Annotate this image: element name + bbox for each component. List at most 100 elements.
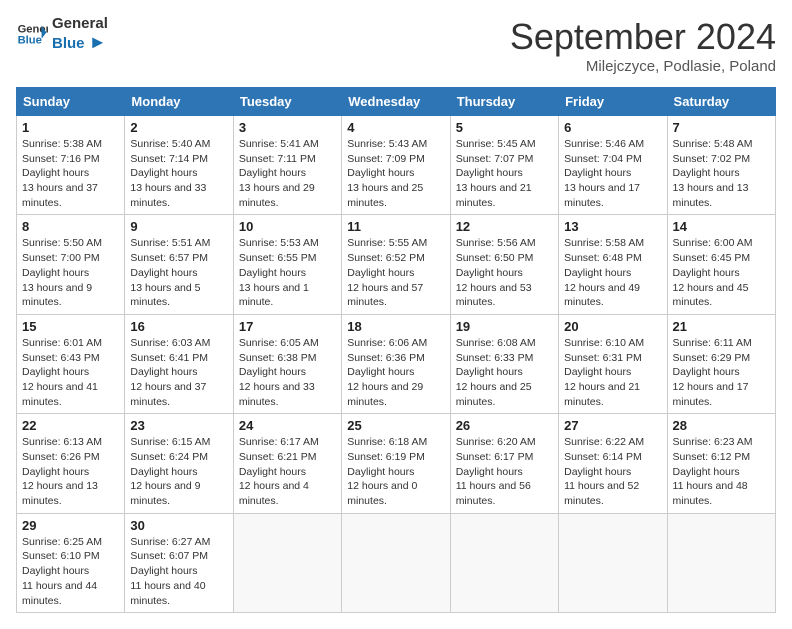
calendar-row: 29 Sunrise: 6:25 AMSunset: 6:10 PMDaylig…	[17, 513, 776, 612]
page-header: General Blue General Blue ► September 20…	[16, 16, 776, 75]
table-row: 28 Sunrise: 6:23 AMSunset: 6:12 PMDaylig…	[667, 414, 775, 513]
table-row: 11 Sunrise: 5:55 AMSunset: 6:52 PMDaylig…	[342, 215, 450, 314]
table-row: 14 Sunrise: 6:00 AMSunset: 6:45 PMDaylig…	[667, 215, 775, 314]
day-number: 14	[673, 219, 770, 234]
weekday-header-row: Sunday Monday Tuesday Wednesday Thursday…	[17, 88, 776, 116]
table-row: 17 Sunrise: 6:05 AMSunset: 6:38 PMDaylig…	[233, 314, 341, 413]
table-row: 29 Sunrise: 6:25 AMSunset: 6:10 PMDaylig…	[17, 513, 125, 612]
day-number: 25	[347, 418, 444, 433]
table-row: 10 Sunrise: 5:53 AMSunset: 6:55 PMDaylig…	[233, 215, 341, 314]
day-info: Sunrise: 6:20 AMSunset: 6:17 PMDaylight …	[456, 435, 553, 508]
day-number: 27	[564, 418, 661, 433]
logo-text: General Blue ►	[52, 16, 108, 52]
day-number: 16	[130, 319, 227, 334]
calendar-row: 8 Sunrise: 5:50 AMSunset: 7:00 PMDayligh…	[17, 215, 776, 314]
day-info: Sunrise: 6:17 AMSunset: 6:21 PMDaylight …	[239, 435, 336, 508]
day-info: Sunrise: 6:27 AMSunset: 6:07 PMDaylight …	[130, 535, 227, 608]
day-number: 22	[22, 418, 119, 433]
day-number: 19	[456, 319, 553, 334]
day-info: Sunrise: 5:56 AMSunset: 6:50 PMDaylight …	[456, 236, 553, 309]
calendar-row: 15 Sunrise: 6:01 AMSunset: 6:43 PMDaylig…	[17, 314, 776, 413]
table-row: 22 Sunrise: 6:13 AMSunset: 6:26 PMDaylig…	[17, 414, 125, 513]
day-info: Sunrise: 6:00 AMSunset: 6:45 PMDaylight …	[673, 236, 770, 309]
day-info: Sunrise: 5:50 AMSunset: 7:00 PMDaylight …	[22, 236, 119, 309]
day-info: Sunrise: 5:43 AMSunset: 7:09 PMDaylight …	[347, 137, 444, 210]
day-info: Sunrise: 6:23 AMSunset: 6:12 PMDaylight …	[673, 435, 770, 508]
day-info: Sunrise: 6:13 AMSunset: 6:26 PMDaylight …	[22, 435, 119, 508]
day-number: 15	[22, 319, 119, 334]
table-row: 25 Sunrise: 6:18 AMSunset: 6:19 PMDaylig…	[342, 414, 450, 513]
table-row: 1 Sunrise: 5:38 AMSunset: 7:16 PMDayligh…	[17, 116, 125, 215]
day-info: Sunrise: 6:08 AMSunset: 6:33 PMDaylight …	[456, 336, 553, 409]
table-row: 20 Sunrise: 6:10 AMSunset: 6:31 PMDaylig…	[559, 314, 667, 413]
table-row: 19 Sunrise: 6:08 AMSunset: 6:33 PMDaylig…	[450, 314, 558, 413]
header-friday: Friday	[559, 88, 667, 116]
location: Milejczyce, Podlasie, Poland	[510, 58, 776, 75]
day-number: 17	[239, 319, 336, 334]
header-monday: Monday	[125, 88, 233, 116]
day-info: Sunrise: 6:22 AMSunset: 6:14 PMDaylight …	[564, 435, 661, 508]
day-number: 24	[239, 418, 336, 433]
day-info: Sunrise: 5:55 AMSunset: 6:52 PMDaylight …	[347, 236, 444, 309]
table-row: 23 Sunrise: 6:15 AMSunset: 6:24 PMDaylig…	[125, 414, 233, 513]
day-number: 1	[22, 120, 119, 135]
calendar-row: 22 Sunrise: 6:13 AMSunset: 6:26 PMDaylig…	[17, 414, 776, 513]
day-number: 9	[130, 219, 227, 234]
day-info: Sunrise: 6:18 AMSunset: 6:19 PMDaylight …	[347, 435, 444, 508]
day-number: 21	[673, 319, 770, 334]
day-info: Sunrise: 6:01 AMSunset: 6:43 PMDaylight …	[22, 336, 119, 409]
day-info: Sunrise: 6:05 AMSunset: 6:38 PMDaylight …	[239, 336, 336, 409]
day-number: 7	[673, 120, 770, 135]
logo: General Blue General Blue ►	[16, 16, 108, 52]
day-number: 8	[22, 219, 119, 234]
day-info: Sunrise: 6:25 AMSunset: 6:10 PMDaylight …	[22, 535, 119, 608]
table-row: 18 Sunrise: 6:06 AMSunset: 6:36 PMDaylig…	[342, 314, 450, 413]
day-number: 29	[22, 518, 119, 533]
day-info: Sunrise: 5:41 AMSunset: 7:11 PMDaylight …	[239, 137, 336, 210]
day-number: 10	[239, 219, 336, 234]
day-info: Sunrise: 6:15 AMSunset: 6:24 PMDaylight …	[130, 435, 227, 508]
table-row	[667, 513, 775, 612]
table-row: 9 Sunrise: 5:51 AMSunset: 6:57 PMDayligh…	[125, 215, 233, 314]
day-info: Sunrise: 5:40 AMSunset: 7:14 PMDaylight …	[130, 137, 227, 210]
table-row: 3 Sunrise: 5:41 AMSunset: 7:11 PMDayligh…	[233, 116, 341, 215]
logo-icon: General Blue	[16, 18, 48, 50]
day-number: 11	[347, 219, 444, 234]
day-number: 30	[130, 518, 227, 533]
table-row: 21 Sunrise: 6:11 AMSunset: 6:29 PMDaylig…	[667, 314, 775, 413]
header-tuesday: Tuesday	[233, 88, 341, 116]
day-info: Sunrise: 6:10 AMSunset: 6:31 PMDaylight …	[564, 336, 661, 409]
day-number: 13	[564, 219, 661, 234]
table-row: 6 Sunrise: 5:46 AMSunset: 7:04 PMDayligh…	[559, 116, 667, 215]
day-info: Sunrise: 5:51 AMSunset: 6:57 PMDaylight …	[130, 236, 227, 309]
day-number: 5	[456, 120, 553, 135]
day-number: 12	[456, 219, 553, 234]
table-row: 15 Sunrise: 6:01 AMSunset: 6:43 PMDaylig…	[17, 314, 125, 413]
table-row: 26 Sunrise: 6:20 AMSunset: 6:17 PMDaylig…	[450, 414, 558, 513]
calendar-table: Sunday Monday Tuesday Wednesday Thursday…	[16, 87, 776, 613]
day-number: 4	[347, 120, 444, 135]
day-number: 23	[130, 418, 227, 433]
day-info: Sunrise: 5:58 AMSunset: 6:48 PMDaylight …	[564, 236, 661, 309]
table-row	[450, 513, 558, 612]
title-block: September 2024 Milejczyce, Podlasie, Pol…	[510, 16, 776, 75]
table-row: 7 Sunrise: 5:48 AMSunset: 7:02 PMDayligh…	[667, 116, 775, 215]
table-row: 13 Sunrise: 5:58 AMSunset: 6:48 PMDaylig…	[559, 215, 667, 314]
day-number: 28	[673, 418, 770, 433]
header-saturday: Saturday	[667, 88, 775, 116]
day-number: 6	[564, 120, 661, 135]
day-info: Sunrise: 6:03 AMSunset: 6:41 PMDaylight …	[130, 336, 227, 409]
table-row: 8 Sunrise: 5:50 AMSunset: 7:00 PMDayligh…	[17, 215, 125, 314]
day-number: 26	[456, 418, 553, 433]
day-info: Sunrise: 6:06 AMSunset: 6:36 PMDaylight …	[347, 336, 444, 409]
table-row: 30 Sunrise: 6:27 AMSunset: 6:07 PMDaylig…	[125, 513, 233, 612]
header-sunday: Sunday	[17, 88, 125, 116]
table-row: 4 Sunrise: 5:43 AMSunset: 7:09 PMDayligh…	[342, 116, 450, 215]
header-thursday: Thursday	[450, 88, 558, 116]
table-row: 24 Sunrise: 6:17 AMSunset: 6:21 PMDaylig…	[233, 414, 341, 513]
day-info: Sunrise: 5:46 AMSunset: 7:04 PMDaylight …	[564, 137, 661, 210]
table-row: 2 Sunrise: 5:40 AMSunset: 7:14 PMDayligh…	[125, 116, 233, 215]
svg-text:Blue: Blue	[18, 35, 42, 47]
day-number: 3	[239, 120, 336, 135]
table-row	[559, 513, 667, 612]
